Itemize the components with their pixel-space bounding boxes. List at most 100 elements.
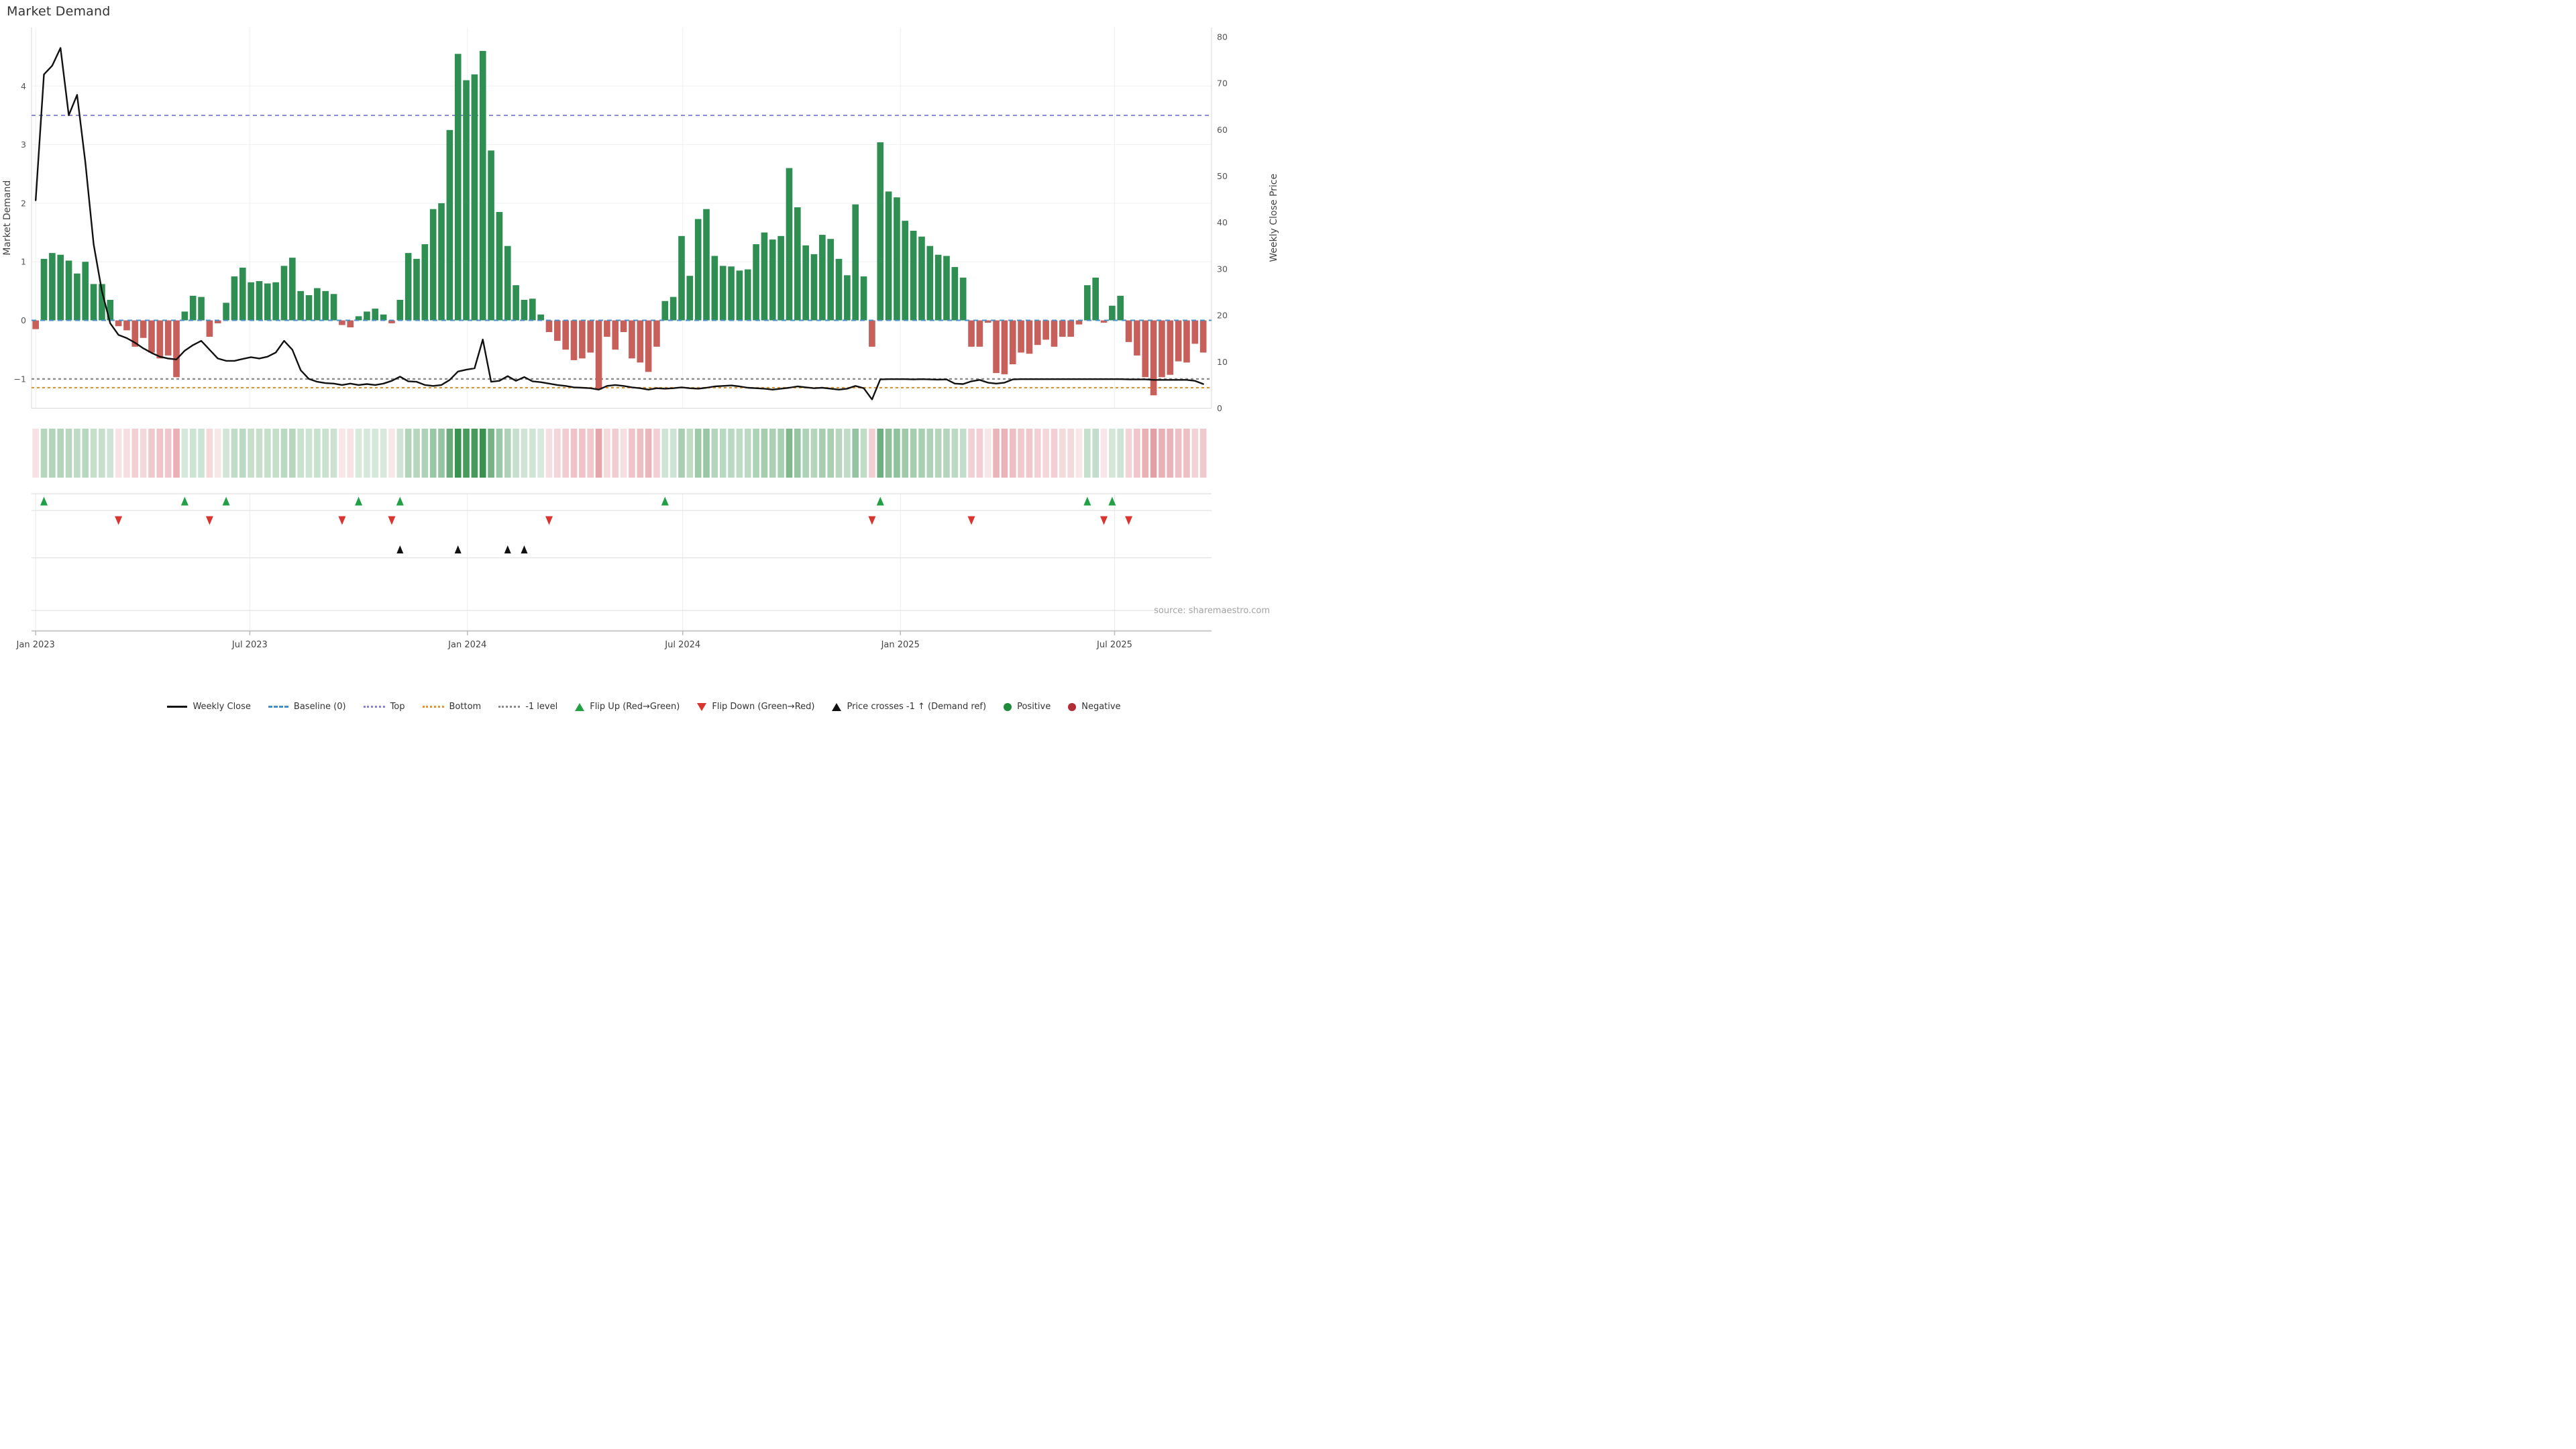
legend-item-baseline-0: Baseline (0) bbox=[268, 702, 346, 712]
heatmap-cell bbox=[488, 429, 494, 478]
heatmap-cell bbox=[985, 429, 991, 478]
demand-bar-positive bbox=[223, 303, 229, 320]
demand-bar-negative bbox=[1175, 321, 1182, 362]
demand-bar-positive bbox=[488, 150, 494, 320]
demand-bar-positive bbox=[802, 246, 809, 321]
legend-swatch-tri-up-icon bbox=[575, 703, 584, 711]
legend-item-flip-down-green-red: Flip Down (Green→Red) bbox=[697, 702, 814, 712]
heatmap-cell bbox=[885, 429, 892, 478]
demand-bar-positive bbox=[480, 51, 486, 321]
heatmap-cell bbox=[918, 429, 925, 478]
heatmap-cell bbox=[703, 429, 710, 478]
source-text: source: sharemaestro.com bbox=[1154, 606, 1270, 616]
heatmap-cell bbox=[380, 429, 387, 478]
demand-bar-positive bbox=[918, 237, 925, 321]
heatmap-cell bbox=[388, 429, 395, 478]
demand-bar-negative bbox=[173, 321, 180, 378]
flip-up-marker bbox=[396, 497, 404, 506]
right-axis-tick-label: 0 bbox=[1217, 403, 1222, 413]
heatmap-cell bbox=[836, 429, 843, 478]
heatmap-cell bbox=[926, 429, 933, 478]
demand-bar-positive bbox=[902, 221, 908, 320]
x-axis-tick-label: Jul 2024 bbox=[664, 640, 700, 650]
demand-bar-positive bbox=[190, 296, 197, 321]
heatmap-cell bbox=[1034, 429, 1041, 478]
demand-bar-negative bbox=[32, 321, 39, 329]
left-axis-tick-label: 1 bbox=[21, 257, 26, 267]
demand-bar-negative bbox=[148, 321, 155, 353]
demand-bar-positive bbox=[1109, 306, 1116, 321]
heatmap-cell bbox=[1002, 429, 1008, 478]
demand-bar-negative bbox=[157, 321, 164, 359]
right-axis-tick-label: 80 bbox=[1217, 32, 1228, 42]
heatmap-cell bbox=[165, 429, 172, 478]
heatmap-cell bbox=[239, 429, 246, 478]
heatmap-cell bbox=[579, 429, 586, 478]
right-axis-tick-label: 40 bbox=[1217, 217, 1228, 227]
demand-bar-negative bbox=[645, 321, 652, 372]
heatmap-cell bbox=[1150, 429, 1157, 478]
demand-bar-positive bbox=[430, 209, 437, 321]
demand-bar-positive bbox=[463, 80, 470, 321]
demand-bar-positive bbox=[537, 315, 544, 321]
heatmap-cell bbox=[661, 429, 668, 478]
demand-bar-positive bbox=[41, 259, 48, 321]
heatmap-cell bbox=[902, 429, 908, 478]
figure: −10123401020304050607080Jan 2023Jul 2023… bbox=[0, 0, 1288, 698]
flip-down-marker bbox=[338, 517, 345, 525]
demand-bar-positive bbox=[521, 300, 528, 321]
heatmap-cell bbox=[99, 429, 105, 478]
heatmap-cell bbox=[687, 429, 694, 478]
heatmap-cell bbox=[769, 429, 776, 478]
price-cross-marker bbox=[504, 545, 511, 553]
demand-bar-positive bbox=[1092, 278, 1099, 321]
legend-item-flip-up-red-green: Flip Up (Red→Green) bbox=[575, 702, 680, 712]
heatmap-cell bbox=[604, 429, 610, 478]
heatmap-cell bbox=[1175, 429, 1182, 478]
price-cross-marker bbox=[455, 545, 462, 553]
legend-swatch-tri-up-icon bbox=[832, 703, 841, 711]
heatmap-cell bbox=[148, 429, 155, 478]
heatmap-cell bbox=[695, 429, 702, 478]
demand-bar-negative bbox=[612, 321, 619, 350]
demand-bar-negative bbox=[968, 321, 975, 347]
demand-bar-positive bbox=[49, 253, 56, 320]
heatmap-cell bbox=[1026, 429, 1033, 478]
demand-bar-positive bbox=[82, 262, 89, 320]
heatmap-cell bbox=[198, 429, 205, 478]
flip-up-marker bbox=[223, 497, 230, 506]
heatmap-cell bbox=[571, 429, 578, 478]
heatmap-cell bbox=[438, 429, 445, 478]
demand-bar-positive bbox=[182, 311, 189, 320]
heatmap-cell bbox=[678, 429, 685, 478]
heatmap-cell bbox=[405, 429, 412, 478]
heatmap-cell bbox=[596, 429, 602, 478]
demand-bar-negative bbox=[993, 321, 1000, 374]
right-axis-title: Weekly Close Price bbox=[1269, 174, 1279, 262]
demand-bar-negative bbox=[140, 321, 147, 338]
flip-up-marker bbox=[355, 497, 362, 506]
demand-bar-positive bbox=[364, 311, 370, 320]
demand-bar-negative bbox=[1191, 321, 1198, 344]
legend-swatch-dots-icon bbox=[423, 706, 444, 708]
demand-heatmap bbox=[32, 429, 1206, 478]
heatmap-cell bbox=[720, 429, 727, 478]
demand-bar-negative bbox=[1200, 321, 1207, 353]
heatmap-cell bbox=[777, 429, 784, 478]
demand-bar-positive bbox=[1084, 285, 1091, 320]
demand-bar-positive bbox=[314, 288, 321, 321]
demand-bar-positive bbox=[687, 276, 694, 320]
demand-bar-negative bbox=[165, 321, 172, 356]
flip-up-marker bbox=[877, 497, 884, 506]
heatmap-cell bbox=[413, 429, 420, 478]
heatmap-cell bbox=[529, 429, 536, 478]
demand-bar-positive bbox=[413, 259, 420, 321]
heatmap-cell bbox=[297, 429, 304, 478]
heatmap-cell bbox=[1051, 429, 1058, 478]
heatmap-cell bbox=[952, 429, 959, 478]
heatmap-cell bbox=[107, 429, 113, 478]
demand-bar-positive bbox=[396, 300, 403, 321]
reference-lines bbox=[32, 115, 1212, 388]
flip-up-marker bbox=[1083, 497, 1091, 506]
heatmap-cell bbox=[131, 429, 138, 478]
